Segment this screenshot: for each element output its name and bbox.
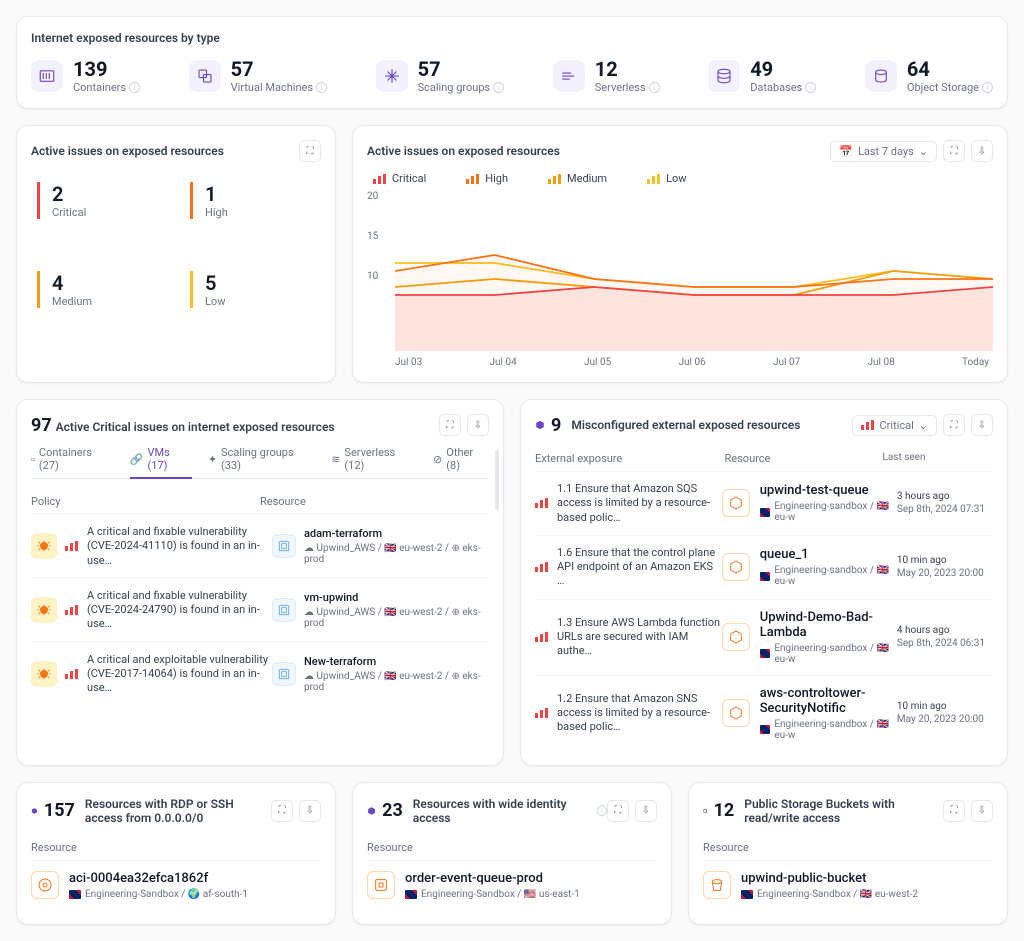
resource-icon — [31, 871, 59, 899]
severity-icon — [535, 562, 549, 572]
sev-medium[interactable]: 4Medium — [37, 271, 162, 308]
legend-critical[interactable]: Critical — [373, 172, 426, 185]
resource-icon — [367, 871, 395, 899]
download-icon[interactable]: ⇩ — [635, 800, 657, 822]
identity-access-card: 23Resources with wide identity access i⛶… — [352, 782, 672, 925]
scaling-icon — [376, 60, 408, 92]
critical-title: Active Critical issues on internet expos… — [56, 420, 335, 434]
bug-icon — [31, 597, 57, 623]
table-row[interactable]: A critical and fixable vulnerability (CV… — [31, 578, 489, 642]
legend-medium[interactable]: Medium — [548, 172, 607, 185]
tab-vms[interactable]: 🔗 VMs (17) — [130, 446, 192, 479]
x-axis: Jul 03 Jul 04 Jul 05 Jul 06 Jul 07 Jul 0… — [367, 351, 993, 368]
stat-containers[interactable]: 139Containersi — [31, 57, 140, 94]
stat-serverless[interactable]: 12Serverlessi — [553, 57, 660, 94]
expand-icon[interactable]: ⛶ — [943, 800, 965, 822]
stat-databases[interactable]: 49Databasesi — [708, 57, 816, 94]
severity-icon — [65, 605, 79, 615]
download-icon[interactable]: ⇩ — [467, 414, 489, 436]
expand-icon[interactable]: ⛶ — [271, 800, 293, 822]
storage-icon — [865, 60, 897, 92]
vm-icon — [272, 662, 296, 686]
download-icon[interactable]: ⇩ — [971, 800, 993, 822]
info-icon: i — [493, 82, 504, 93]
tab-containers[interactable]: ▫ Containers (27) — [31, 446, 114, 472]
table-row[interactable]: A critical and fixable vulnerability (CV… — [31, 514, 489, 578]
legend-high[interactable]: High — [466, 172, 508, 185]
severity-icon — [535, 632, 549, 642]
info-icon: i — [129, 82, 140, 93]
tab-other[interactable]: ⊘ Other (8) — [433, 446, 489, 472]
tabs: ▫ Containers (27) 🔗 VMs (17) ✦ Scaling g… — [31, 446, 489, 479]
rdp-ssh-card: 157Resources with RDP or SSH access from… — [16, 782, 336, 925]
exposure-card: Internet exposed resources by type 139Co… — [16, 16, 1008, 109]
table-row[interactable]: order-event-queue-prodEngineering-Sandbo… — [367, 860, 657, 910]
sev-critical[interactable]: 2Critical — [37, 182, 162, 219]
tab-serverless[interactable]: ≋ Serverless (12) — [331, 446, 417, 472]
chart-title: Active issues on exposed resources — [367, 144, 560, 158]
table-row[interactable]: aci-0004ea32efca1862fEngineering-Sandbox… — [31, 860, 321, 910]
misconfigured-card: 9Misconfigured external exposed resource… — [520, 399, 1008, 766]
misconf-title: Misconfigured external exposed resources — [571, 418, 800, 432]
table-row[interactable]: 1.6 Ensure that the control plane API en… — [535, 535, 993, 599]
critical-count: 97 — [31, 415, 52, 436]
serverless-icon — [553, 60, 585, 92]
sev-high[interactable]: 1High — [190, 182, 315, 219]
table-row[interactable]: 1.3 Ensure AWS Lambda function URLs are … — [535, 599, 993, 675]
download-icon[interactable]: ⇩ — [971, 140, 993, 162]
bucket-icon — [703, 871, 731, 899]
severity-title: Active issues on exposed resources — [31, 144, 224, 158]
date-range-selector[interactable]: 📅 Last 7 days ⌄ — [830, 141, 937, 162]
vm-icon — [272, 598, 296, 622]
service-icon — [722, 553, 750, 581]
info-icon: i — [649, 82, 660, 93]
info-icon: i — [805, 82, 816, 93]
service-icon — [722, 623, 750, 651]
stat-vms[interactable]: 57Virtual Machinesi — [189, 57, 327, 94]
chart-card: Active issues on exposed resources 📅 Las… — [352, 125, 1008, 383]
public-buckets-card: ▫12Public Storage Buckets with read/writ… — [688, 782, 1008, 925]
service-icon — [722, 489, 750, 517]
table-row[interactable]: 1.2 Ensure that Amazon SNS access is lim… — [535, 675, 993, 751]
vm-icon — [189, 60, 221, 92]
bug-icon — [31, 533, 57, 559]
severity-icon — [65, 669, 79, 679]
tab-scaling[interactable]: ✦ Scaling groups (33) — [208, 446, 315, 472]
chart-area: 20 15 10 — [367, 191, 993, 351]
severity-icon — [65, 541, 79, 551]
download-icon[interactable]: ⇩ — [299, 800, 321, 822]
expand-icon[interactable]: ⛶ — [607, 800, 629, 822]
chevron-down-icon: ⌄ — [919, 145, 928, 158]
database-icon — [708, 60, 740, 92]
chevron-down-icon: ⌄ — [919, 419, 928, 432]
stat-storage[interactable]: 64Object Storagei — [865, 57, 993, 94]
table-row[interactable]: A critical and exploitable vulnerability… — [31, 642, 489, 706]
bug-icon — [31, 661, 57, 687]
sev-low[interactable]: 5Low — [190, 271, 315, 308]
info-icon: i — [316, 82, 327, 93]
table-row[interactable]: upwind-public-bucketEngineering-Sandbox … — [703, 860, 993, 910]
service-icon — [722, 699, 750, 727]
critical-issues-card: 97 Active Critical issues on internet exp… — [16, 399, 504, 766]
vm-icon — [272, 534, 296, 558]
severity-icon — [535, 708, 549, 718]
severity-card: Active issues on exposed resources ⛶ 2Cr… — [16, 125, 336, 383]
scrollbar[interactable] — [495, 450, 499, 510]
table-row[interactable]: 1.1 Ensure that Amazon SQS access is lim… — [535, 471, 993, 535]
download-icon[interactable]: ⇩ — [971, 414, 993, 436]
stat-scaling[interactable]: 57Scaling groupsi — [376, 57, 505, 94]
expand-icon[interactable]: ⛶ — [943, 140, 965, 162]
exposure-title: Internet exposed resources by type — [31, 31, 993, 45]
expand-icon[interactable]: ⛶ — [943, 414, 965, 436]
legend-low[interactable]: Low — [647, 172, 686, 185]
severity-icon — [535, 498, 549, 508]
severity-filter[interactable]: Critical ⌄ — [852, 415, 937, 436]
containers-icon — [31, 60, 63, 92]
expand-icon[interactable]: ⛶ — [439, 414, 461, 436]
expand-icon[interactable]: ⛶ — [299, 140, 321, 162]
info-icon: i — [982, 82, 993, 93]
